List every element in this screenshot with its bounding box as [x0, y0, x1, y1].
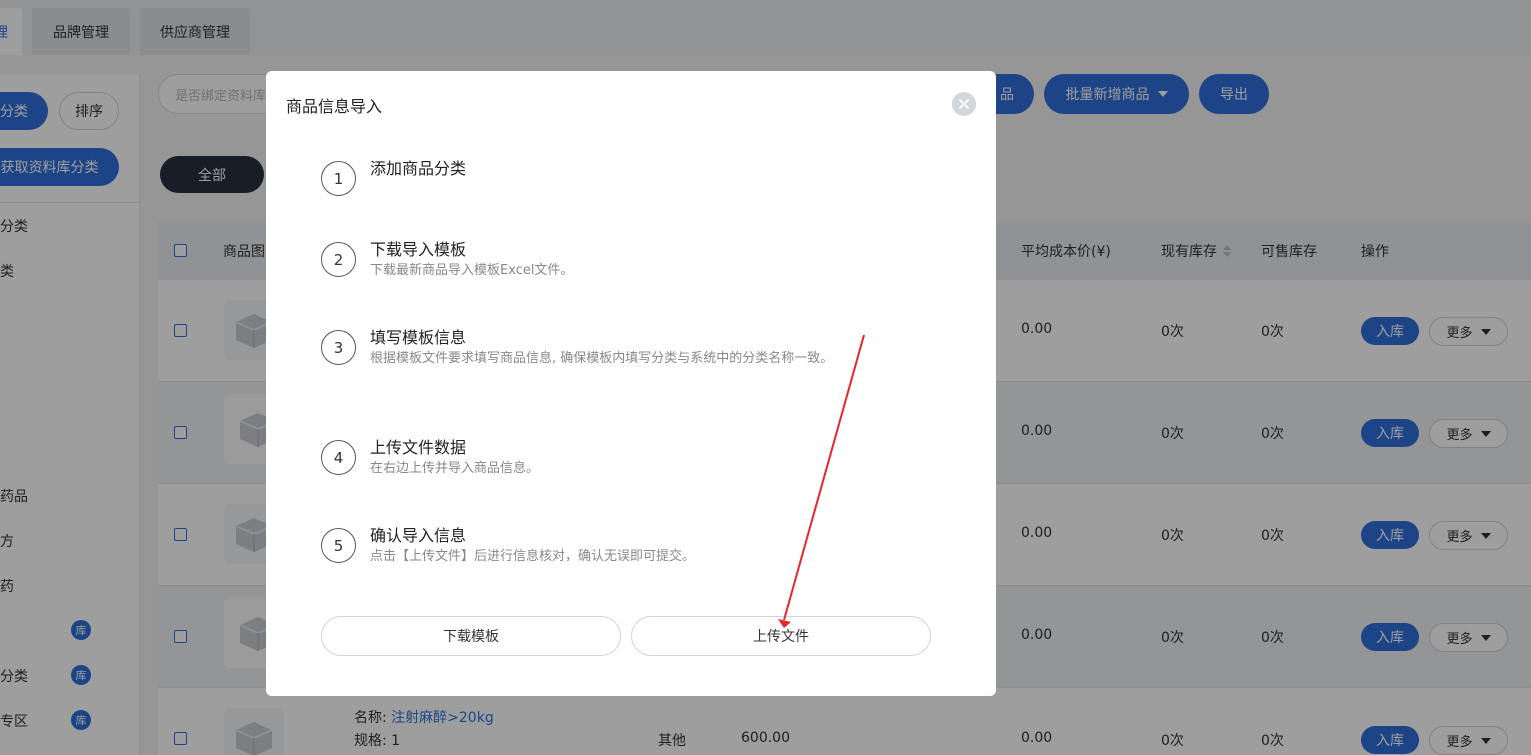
download-template-button[interactable]: 下载模板	[321, 616, 621, 656]
step-number: 1	[321, 161, 356, 196]
product-import-dialog: 商品信息导入 1 添加商品分类 2 下载导入模板 下载最新商品导入模板Excel…	[266, 71, 996, 696]
step-title: 添加商品分类	[370, 159, 467, 178]
close-icon[interactable]	[952, 92, 976, 116]
step-number: 3	[321, 330, 356, 365]
step-number: 4	[321, 440, 356, 475]
upload-file-button[interactable]: 上传文件	[631, 616, 931, 656]
step-number: 5	[321, 528, 356, 563]
step-description: 在右边上传并导入商品信息。	[370, 461, 540, 476]
step-title: 填写模板信息	[370, 328, 467, 347]
step-number: 2	[321, 242, 356, 277]
step-title: 确认导入信息	[370, 526, 467, 545]
step-description: 根据模板文件要求填写商品信息, 确保模板内填写分类与系统中的分类名称一致。	[370, 351, 834, 366]
step-description: 点击【上传文件】后进行信息核对，确认无误即可提交。	[370, 549, 696, 564]
step-description: 下载最新商品导入模板Excel文件。	[370, 263, 574, 278]
dialog-title: 商品信息导入	[286, 97, 383, 116]
step-title: 下载导入模板	[370, 240, 467, 259]
step-title: 上传文件数据	[370, 438, 467, 457]
